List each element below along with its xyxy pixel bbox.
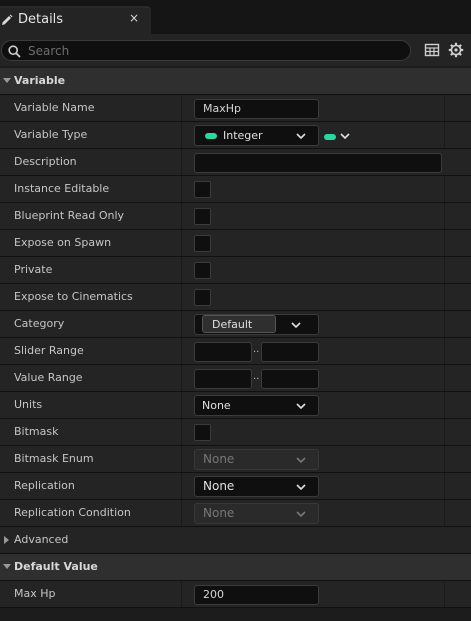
value-range-min-input[interactable]: [194, 369, 252, 389]
row-variable-type: Variable Type Integer: [0, 122, 471, 149]
collapse-arrow-icon: [3, 564, 11, 569]
row-expose-on-spawn: Expose on Spawn: [0, 230, 471, 257]
tab-details[interactable]: Details ×: [0, 6, 151, 34]
single-container-icon: [324, 134, 336, 140]
expand-arrow-icon: [4, 536, 9, 544]
section-header-variable[interactable]: Variable: [0, 68, 471, 95]
chevron-down-icon: [296, 403, 306, 410]
advanced-expander[interactable]: Advanced: [0, 527, 471, 554]
row-units: Units None: [0, 392, 471, 419]
tab-bar: Details ×: [0, 0, 471, 34]
expose-to-cinematics-checkbox[interactable]: [194, 289, 211, 306]
table-view-icon[interactable]: [424, 42, 440, 58]
row-blueprint-read-only: Blueprint Read Only: [0, 203, 471, 230]
section-header-default-value[interactable]: Default Value: [0, 554, 471, 581]
close-icon[interactable]: ×: [129, 11, 139, 25]
row-bitmask-enum: Bitmask Enum None: [0, 446, 471, 473]
integer-pin-icon: [205, 133, 217, 139]
replication-dropdown[interactable]: None: [194, 476, 319, 497]
pencil-icon: [2, 14, 13, 25]
instance-editable-checkbox[interactable]: [194, 181, 211, 198]
row-replication: Replication None: [0, 473, 471, 500]
units-dropdown[interactable]: None: [194, 395, 319, 416]
value-range-max-input[interactable]: [261, 369, 319, 389]
gear-icon[interactable]: [448, 42, 464, 58]
row-value-range: Value Range ..: [0, 365, 471, 392]
replication-condition-dropdown: None: [194, 503, 319, 524]
row-slider-range: Slider Range ..: [0, 338, 471, 365]
collapse-arrow-icon: [3, 78, 11, 83]
row-expose-to-cinematics: Expose to Cinematics: [0, 284, 471, 311]
search-box[interactable]: [1, 40, 411, 61]
chevron-down-icon: [296, 484, 306, 491]
slider-range-max-input[interactable]: [261, 342, 319, 362]
chevron-down-icon: [296, 133, 306, 140]
bitmask-checkbox[interactable]: [194, 424, 211, 441]
max-hp-input[interactable]: 200: [194, 585, 319, 605]
row-max-hp: Max Hp 200: [0, 581, 471, 608]
tab-title: Details: [18, 12, 64, 27]
variable-type-dropdown[interactable]: Integer: [194, 125, 319, 146]
category-edit-box[interactable]: Default: [202, 315, 276, 333]
row-bitmask: Bitmask: [0, 419, 471, 446]
expose-on-spawn-checkbox[interactable]: [194, 235, 211, 252]
variable-name-input[interactable]: MaxHp: [194, 99, 319, 119]
details-panel: Variable Variable Name MaxHp Variable Ty…: [0, 66, 471, 621]
row-instance-editable: Instance Editable: [0, 176, 471, 203]
bitmask-enum-dropdown: None: [194, 449, 319, 470]
row-private: Private: [0, 257, 471, 284]
chevron-down-icon: [291, 322, 301, 329]
container-type-dropdown[interactable]: [322, 127, 354, 145]
search-icon: [8, 45, 21, 58]
blueprint-read-only-checkbox[interactable]: [194, 208, 211, 225]
row-variable-name: Variable Name MaxHp: [0, 95, 471, 122]
chevron-down-icon: [296, 511, 306, 518]
slider-range-min-input[interactable]: [194, 342, 252, 362]
search-input[interactable]: [28, 42, 398, 59]
chevron-down-icon: [296, 457, 306, 464]
row-replication-condition: Replication Condition None: [0, 500, 471, 527]
row-description: Description: [0, 149, 471, 176]
details-toolbar: [0, 34, 471, 66]
chevron-down-icon: [340, 133, 350, 140]
description-input[interactable]: [194, 153, 442, 173]
category-combobox[interactable]: Default: [194, 314, 319, 335]
row-category: Category Default: [0, 311, 471, 338]
private-checkbox[interactable]: [194, 262, 211, 279]
